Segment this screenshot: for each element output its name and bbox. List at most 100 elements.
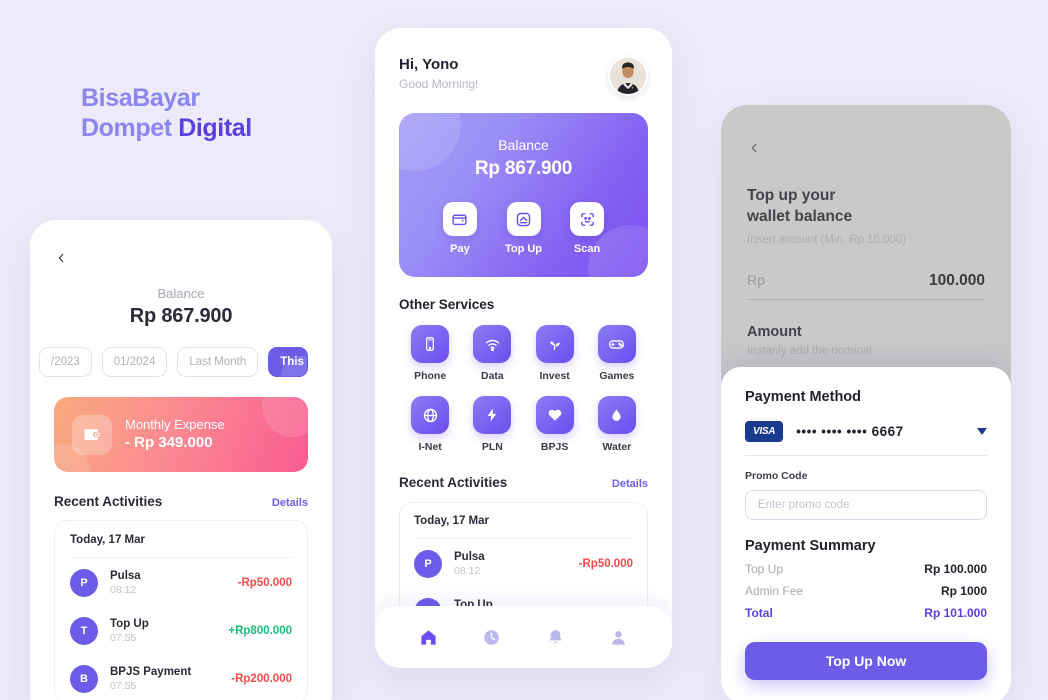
- currency-prefix: Rp: [747, 271, 765, 288]
- filter-pill-this-month[interactable]: This Month: [268, 347, 308, 377]
- tab-history[interactable]: [482, 628, 501, 647]
- back-button-right[interactable]: [747, 141, 767, 161]
- left-recent-date: Today, 17 Mar: [70, 534, 292, 558]
- phone-right-topup: Top up your wallet balance Insert amount…: [721, 105, 1011, 700]
- topup-label: Top Up: [504, 243, 543, 255]
- center-recent-title: Recent Activities: [399, 475, 508, 490]
- left-screen-content: Balance Rp 867.900 /2023 01/2024 Last Mo…: [30, 220, 332, 700]
- avatar: B: [70, 665, 98, 693]
- tab-home[interactable]: [419, 628, 438, 647]
- topup-heading: Top up your wallet balance: [747, 185, 985, 228]
- filter-pill-2023[interactable]: /2023: [39, 347, 92, 377]
- expense-text: Monthly Expense - Rp 349.000: [125, 416, 225, 454]
- center-balance-label: Balance: [498, 137, 549, 153]
- summary-key: Top Up: [745, 562, 784, 576]
- other-services-title: Other Services: [399, 297, 495, 312]
- service-pln[interactable]: PLN: [461, 396, 523, 453]
- filter-pill-last-month[interactable]: Last Month: [177, 347, 259, 377]
- greeting-name: Hi, Yono: [399, 56, 459, 73]
- scan-label: Scan: [573, 243, 601, 255]
- promo-code-input[interactable]: [745, 490, 987, 520]
- row-amount: +Rp800.000: [228, 625, 292, 637]
- row-title: BPJS Payment: [110, 666, 192, 678]
- table-row[interactable]: T Top Up 07:55 +Rp800.000: [70, 606, 292, 654]
- back-button-left[interactable]: [54, 248, 74, 268]
- services-grid: Phone Data Invest Games I-Net PLN BPJS W…: [399, 325, 648, 453]
- service-water[interactable]: Water: [586, 396, 648, 453]
- scan-button[interactable]: Scan: [570, 202, 605, 255]
- amount-input-row[interactable]: Rp 100.000: [747, 272, 985, 300]
- promo-code-label: Promo Code: [745, 470, 808, 482]
- left-balance-amount: Rp 867.900: [129, 305, 233, 327]
- service-data[interactable]: Data: [461, 325, 523, 382]
- tab-profile[interactable]: [609, 628, 628, 647]
- row-amount: -Rp50.000: [578, 558, 633, 570]
- brand-word-digital: Digital: [178, 113, 252, 142]
- table-row[interactable]: P Pulsa 08:12 -Rp50.000: [70, 558, 292, 606]
- row-name-block: Pulsa 08:12: [110, 570, 226, 596]
- brand-word-dompet: Dompet: [81, 113, 179, 142]
- row-title: Top Up: [110, 618, 149, 630]
- phone-center-home: Hi, Yono Good Morning! Balance Rp 867.90…: [375, 28, 672, 668]
- summary-row-topup: Top Up Rp 100.000: [745, 562, 987, 576]
- service-invest[interactable]: Invest: [524, 325, 586, 382]
- amount-input-value: 100.000: [928, 271, 985, 289]
- summary-value: Rp 100.000: [924, 562, 987, 576]
- payment-method-selector[interactable]: VISA •••• •••• •••• 6667: [745, 421, 987, 456]
- avatar: P: [70, 569, 98, 597]
- row-title: Pulsa: [110, 570, 141, 582]
- service-bpjs[interactable]: BPJS: [524, 396, 586, 453]
- expense-amount: - Rp 349.000: [125, 434, 213, 452]
- service-label: Water: [602, 441, 632, 453]
- service-label: Games: [599, 370, 635, 382]
- service-games[interactable]: Games: [586, 325, 648, 382]
- topup-heading-line1: Top up your: [747, 187, 836, 204]
- filter-pill-012024[interactable]: 01/2024: [101, 347, 168, 377]
- service-inet[interactable]: I-Net: [399, 396, 461, 453]
- payment-sheet: Payment Method VISA •••• •••• •••• 6667 …: [721, 367, 1011, 700]
- row-name-block: Pulsa 08:12: [454, 551, 567, 577]
- payment-method-title: Payment Method: [745, 389, 862, 405]
- tab-notifications[interactable]: [546, 628, 565, 647]
- balance-actions: Pay Top Up Scan: [442, 202, 605, 255]
- left-recent-card: Today, 17 Mar P Pulsa 08:12 -Rp50.000 T …: [54, 520, 308, 700]
- center-balance-amount: Rp 867.900: [474, 158, 573, 179]
- row-time: 08:12: [110, 584, 137, 596]
- balance-card: Balance Rp 867.900 Pay Top Up Scan: [399, 113, 648, 277]
- row-title: Pulsa: [454, 551, 485, 563]
- table-row[interactable]: P Pulsa 08:12 -Rp50.000: [414, 539, 633, 587]
- top-up-now-button[interactable]: Top Up Now: [745, 642, 987, 680]
- center-screen-content: Hi, Yono Good Morning! Balance Rp 867.90…: [375, 28, 672, 668]
- center-recent-details-link[interactable]: Details: [612, 478, 648, 490]
- left-recent-details-link[interactable]: Details: [272, 497, 308, 509]
- row-name-block: BPJS Payment 07:55: [110, 666, 219, 692]
- mobile-icon: [411, 325, 450, 363]
- caret-down-icon[interactable]: [977, 428, 987, 435]
- pay-button[interactable]: Pay: [442, 202, 477, 255]
- arrow-up-box-icon: [506, 202, 541, 236]
- greeting-subtitle: Good Morning!: [399, 77, 479, 91]
- row-amount: -Rp200.000: [231, 673, 292, 685]
- bottom-tab-bar: [375, 606, 672, 668]
- service-phone[interactable]: Phone: [399, 325, 461, 382]
- wallet-icon: [72, 414, 112, 455]
- topup-heading-line2: wallet balance: [747, 208, 853, 226]
- row-amount: -Rp50.000: [237, 577, 292, 589]
- row-time: 07:55: [110, 680, 137, 692]
- monthly-expense-card[interactable]: Monthly Expense - Rp 349.000: [54, 397, 308, 472]
- expense-title: Monthly Expense: [125, 416, 225, 432]
- scan-icon: [570, 202, 605, 236]
- table-row[interactable]: B BPJS Payment 07:55 -Rp200.000: [70, 654, 292, 700]
- avatar: P: [414, 550, 442, 578]
- service-label: Data: [480, 370, 504, 382]
- avatar[interactable]: [608, 56, 648, 96]
- amount-section-heading: Amount: [747, 323, 802, 340]
- service-label: Phone: [414, 370, 447, 382]
- card-number: •••• •••• •••• 6667: [796, 424, 904, 439]
- service-label: PLN: [481, 441, 503, 453]
- phone-left-statement: Balance Rp 867.900 /2023 01/2024 Last Mo…: [30, 220, 332, 700]
- brand-title: BisaBayar Dompet Digital: [81, 84, 252, 143]
- topup-button[interactable]: Top Up: [505, 202, 542, 255]
- service-label: I-Net: [418, 441, 442, 453]
- payment-summary-title: Payment Summary: [745, 538, 876, 554]
